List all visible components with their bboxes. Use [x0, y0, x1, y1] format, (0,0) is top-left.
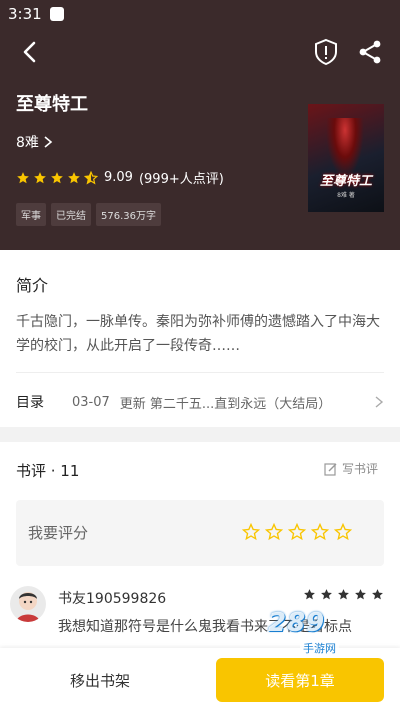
tag-status: 已完结: [51, 203, 91, 226]
toc-row[interactable]: 目录 03-07 更新 第二千五...直到永远（大结局）: [16, 390, 384, 414]
star-outline-icon: [288, 523, 306, 541]
book-tags: 军事 已完结 576.36万字: [16, 203, 161, 226]
remove-from-shelf-button[interactable]: 移出书架: [0, 648, 200, 712]
comment-text: 我想知道那符号是什么鬼我看书来了不是看标点: [58, 619, 352, 635]
share-icon[interactable]: [356, 38, 384, 66]
watermark-site: 手游网: [300, 640, 339, 656]
watermark-logo: 289: [268, 608, 326, 638]
rating-stars: [16, 170, 98, 185]
star-icon: [321, 589, 332, 600]
avatar: [10, 586, 46, 622]
report-shield-icon[interactable]: [313, 38, 339, 66]
cover-title: 至尊特工: [319, 174, 372, 189]
toc-label: 目录: [16, 395, 44, 411]
intro-title: 简介: [16, 276, 49, 295]
book-cover: 至尊特工 8难 著: [308, 104, 384, 212]
star-icon: [338, 589, 349, 600]
rate-label: 我要评分: [28, 524, 89, 542]
star-outline-icon: [265, 523, 283, 541]
rate-stars[interactable]: [242, 523, 352, 541]
back-arrow-icon[interactable]: [16, 38, 44, 66]
chevron-right-icon: [44, 136, 53, 148]
star-icon: [372, 589, 383, 600]
read-button[interactable]: 读看第1章: [216, 658, 384, 702]
rate-box: 我要评分: [16, 500, 384, 566]
comment-username: 书友190599826: [58, 591, 167, 607]
star-icon: [17, 171, 29, 183]
write-review-label: 写书评: [341, 462, 378, 476]
status-time: 3:31: [8, 5, 42, 23]
list-item[interactable]: 书友190599826 我想知道那符号是什么鬼我看书来了不是看标点: [0, 582, 400, 652]
book-title: 至尊特工: [16, 94, 88, 115]
cover-author: 8难 著: [337, 192, 355, 199]
tag-wordcount: 576.36万字: [96, 203, 161, 226]
star-outline-icon: [334, 523, 352, 541]
comment-stars: [303, 588, 384, 601]
star-outline-icon: [242, 523, 260, 541]
star-icon: [355, 589, 366, 600]
star-icon: [68, 171, 80, 183]
divider: [16, 372, 384, 373]
top-nav: [0, 32, 400, 72]
write-review-button[interactable]: 写书评: [324, 460, 378, 477]
author-link[interactable]: 8难: [16, 132, 53, 152]
intro-section: 简介 千古隐门，一脉单传。秦阳为弥补师傅的遗憾踏入了中海大学的校门，从此开启了一…: [0, 250, 400, 427]
author-name: 8难: [16, 135, 39, 151]
rating-count: (999+人点评): [138, 172, 224, 187]
star-half-icon: [84, 170, 98, 184]
status-bar: 3:31: [0, 0, 400, 28]
rating-row: 9.09 (999+人点评): [16, 168, 224, 187]
chevron-right-icon: [375, 396, 384, 408]
star-icon: [304, 589, 315, 600]
cover-figure: [326, 118, 364, 178]
toc-date: 03-07: [72, 394, 110, 410]
star-icon: [34, 171, 46, 183]
review-header: 书评 · 11: [16, 462, 80, 480]
star-icon: [51, 171, 63, 183]
rating-score: 9.09: [104, 170, 133, 185]
edit-icon: [324, 462, 337, 476]
book-header: 3:31 至尊特工 8难 9.09 (999+人点评) 军事 已完结 576.3…: [0, 0, 400, 250]
intro-text[interactable]: 千古隐门，一脉单传。秦阳为弥补师傅的遗憾踏入了中海大学的校门，从此开启了一段传奇…: [16, 310, 384, 358]
bottom-bar: 移出书架 读看第1章: [0, 648, 400, 712]
toc-latest-chapter: 更新 第二千五...直到永远（大结局）: [119, 396, 332, 412]
star-outline-icon: [311, 523, 329, 541]
tag-category: 军事: [16, 203, 46, 226]
notification-icon: [49, 7, 64, 21]
